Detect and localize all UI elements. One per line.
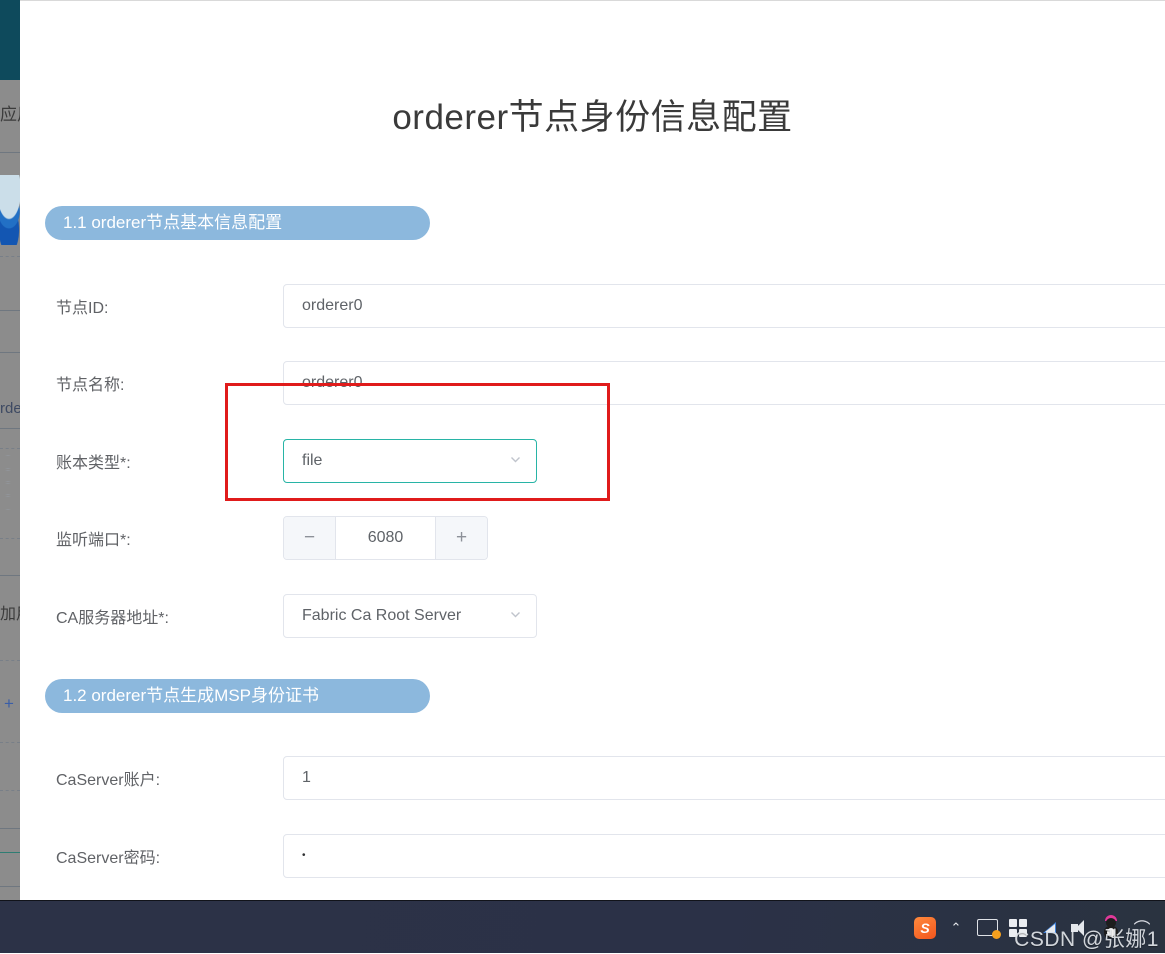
field-zone-node-name: orderer0 (283, 355, 1165, 411)
form-row-listen-port: 监听端口*: − 6080 + (20, 510, 1165, 566)
select-ca-server-address-value: Fabric Ca Root Server (302, 607, 462, 624)
label-ca-server-password: CaServer密码: (56, 850, 161, 867)
background-layers-icon (0, 455, 20, 515)
stepper-increment-button[interactable]: + (435, 517, 487, 559)
background-plus-icon: + (4, 694, 14, 713)
wifi-icon[interactable]: ⌒ (1131, 917, 1153, 939)
chevron-down-icon (509, 453, 522, 466)
section-banner-basic-info: 1.1 orderer节点基本信息配置 (45, 206, 430, 240)
label-node-name: 节点名称: (56, 377, 125, 394)
input-node-name[interactable]: orderer0 (283, 361, 1165, 405)
stepper-listen-port-value[interactable]: 6080 (336, 517, 435, 559)
form-row-node-name: 节点名称: orderer0 (20, 355, 1165, 411)
background-text-app: 应用 (0, 105, 20, 124)
form-row-ca-server-password: CaServer密码: • (20, 828, 1165, 884)
volume-icon[interactable] (1069, 917, 1091, 939)
form-row-node-id: 节点ID: orderer0 (20, 278, 1165, 334)
field-zone-ledger-type: file (283, 433, 537, 489)
qq-penguin-icon[interactable] (1100, 914, 1122, 939)
background-window: 应用 rde 加用 + (0, 0, 20, 900)
field-zone-listen-port: − 6080 + (283, 510, 488, 566)
field-zone-ca-server-account: 1 (283, 750, 1165, 806)
field-zone-node-id: orderer0 (283, 278, 1165, 334)
stepper-listen-port: − 6080 + (283, 516, 488, 560)
config-page: orderer节点身份信息配置 1.1 orderer节点基本信息配置 节点ID… (20, 0, 1165, 900)
display-monitor-icon[interactable] (976, 917, 1001, 939)
input-node-id[interactable]: orderer0 (283, 284, 1165, 328)
system-tray: S ⌃ ⌒ (914, 901, 1157, 954)
select-ca-server-address[interactable]: Fabric Ca Root Server (283, 594, 537, 638)
select-ledger-type-value: file (302, 452, 323, 469)
form-row-ca-server-address: CA服务器地址*: Fabric Ca Root Server (20, 588, 1165, 644)
select-ledger-type[interactable]: file (283, 439, 537, 483)
sogou-input-icon[interactable]: S (914, 916, 936, 939)
stepper-decrement-button[interactable]: − (284, 517, 336, 559)
windows-security-icon[interactable] (1007, 917, 1029, 939)
form-row-ca-server-account: CaServer账户: 1 (20, 750, 1165, 806)
windows-taskbar: S ⌃ ⌒ CSDN @张娜1 (0, 900, 1165, 953)
label-ledger-type: 账本类型*: (56, 455, 131, 472)
input-ca-server-account[interactable]: 1 (283, 756, 1165, 800)
background-text-add: 加用 (0, 606, 20, 623)
label-listen-port: 监听端口*: (56, 532, 131, 549)
show-hidden-icons-icon[interactable]: ⌃ (945, 917, 967, 939)
input-ca-server-password[interactable]: • (283, 834, 1165, 878)
form-row-ledger-type: 账本类型*: file (20, 433, 1165, 489)
page-title: orderer节点身份信息配置 (392, 98, 793, 137)
label-ca-server-account: CaServer账户: (56, 772, 161, 789)
chevron-down-icon (509, 608, 522, 621)
section-banner-msp-cert: 1.2 orderer节点生成MSP身份证书 (45, 679, 430, 713)
background-logo-icon (0, 175, 20, 245)
network-icon[interactable] (1038, 917, 1060, 939)
field-zone-ca-server-password: • (283, 828, 1165, 884)
label-node-id: 节点ID: (56, 300, 109, 317)
label-ca-server-address: CA服务器地址*: (56, 610, 169, 627)
background-text-orderer: rde (0, 400, 20, 417)
background-window-header (0, 0, 20, 80)
field-zone-ca-server-address: Fabric Ca Root Server (283, 588, 537, 644)
